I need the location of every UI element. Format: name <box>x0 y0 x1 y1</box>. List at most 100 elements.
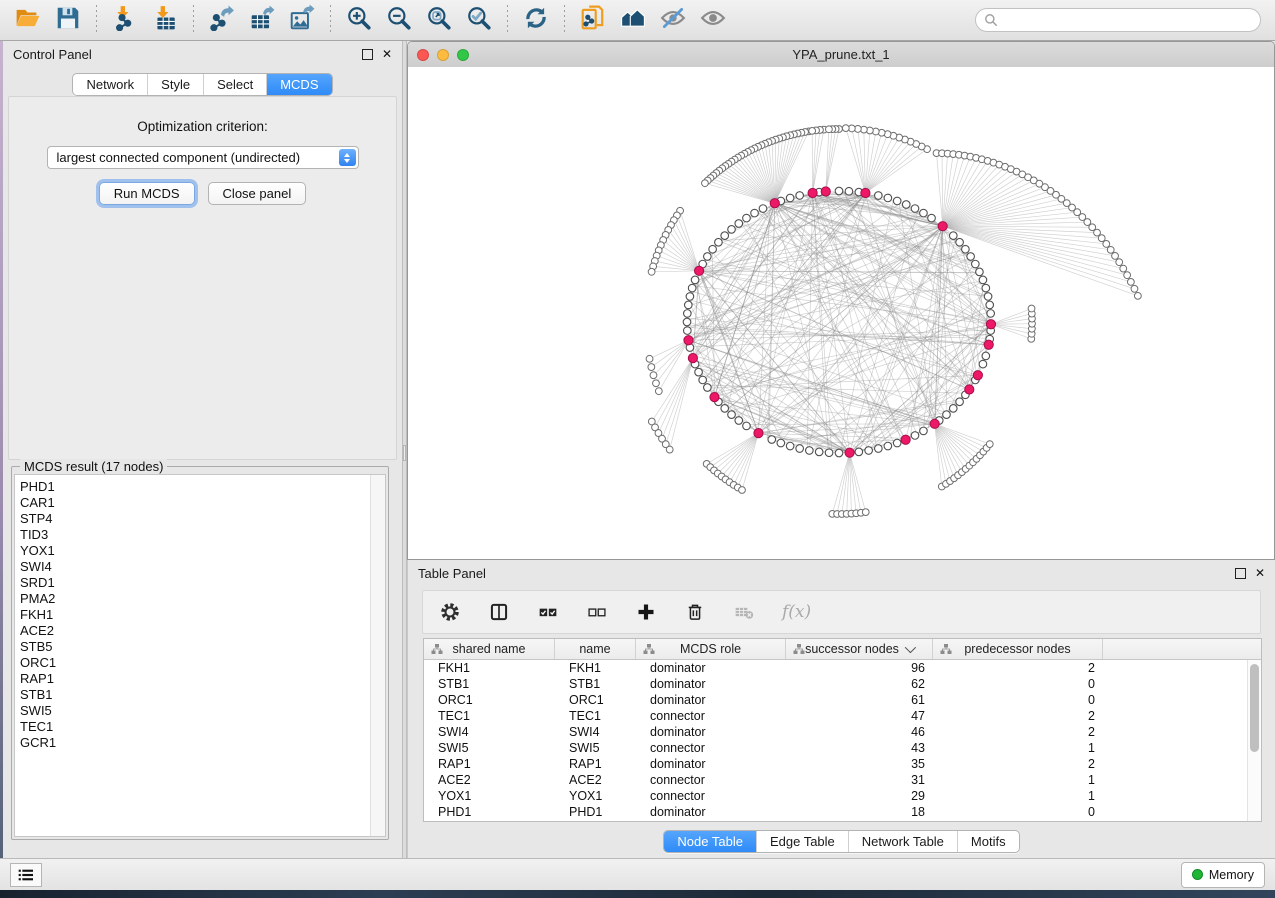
zoom-out-icon <box>386 5 412 36</box>
table-cell: STB1 <box>555 677 636 691</box>
optimization-criterion-value: largest connected component (undirected) <box>57 150 301 165</box>
mcds-result-item[interactable]: ACE2 <box>15 623 385 639</box>
zoom-in-button[interactable] <box>342 5 376 35</box>
share-document-button[interactable] <box>576 5 610 35</box>
tab-edge-table[interactable]: Edge Table <box>756 831 848 852</box>
zoom-selected-button[interactable] <box>462 5 496 35</box>
mcds-result-item[interactable]: STB5 <box>15 639 385 655</box>
column-header-shared-name[interactable]: shared name <box>424 639 555 659</box>
mcds-result-item[interactable]: TEC1 <box>15 719 385 735</box>
mcds-result-item[interactable]: STP4 <box>15 511 385 527</box>
import-table-button[interactable] <box>148 5 182 35</box>
table-cell: dominator <box>636 693 786 707</box>
close-panel-icon[interactable]: ✕ <box>1255 567 1265 579</box>
table-row[interactable]: ACE2ACE2connector311 <box>424 772 1261 788</box>
memory-status-icon <box>1192 869 1203 880</box>
memory-button[interactable]: Memory <box>1181 862 1265 888</box>
mcds-result-item[interactable]: YOX1 <box>15 543 385 559</box>
delete-row-button[interactable] <box>684 601 706 623</box>
table-scrollbar-thumb[interactable] <box>1250 664 1259 752</box>
export-image-button[interactable] <box>285 5 319 35</box>
zoom-out-button[interactable] <box>382 5 416 35</box>
deselect-all-button[interactable] <box>586 601 608 623</box>
float-panel-icon[interactable] <box>362 49 373 60</box>
table-cell: 1 <box>933 741 1103 755</box>
table-row[interactable]: SWI4SWI4dominator462 <box>424 724 1261 740</box>
network-canvas[interactable] <box>408 67 1274 559</box>
export-network-button[interactable] <box>205 5 239 35</box>
gear-icon <box>440 602 460 622</box>
select-all-button[interactable] <box>537 601 559 623</box>
close-panel-button[interactable]: Close panel <box>208 182 307 205</box>
network-view-window: YPA_prune.txt_1 <box>407 41 1275 560</box>
table-row[interactable]: TEC1TEC1connector472 <box>424 708 1261 724</box>
table-cell: RAP1 <box>424 757 555 771</box>
mcds-result-item[interactable]: SWI4 <box>15 559 385 575</box>
search-input[interactable] <box>998 12 1252 28</box>
table-row[interactable]: YOX1YOX1connector291 <box>424 788 1261 804</box>
float-panel-icon[interactable] <box>1235 568 1246 579</box>
tab-motifs[interactable]: Motifs <box>957 831 1019 852</box>
mcds-result-item[interactable]: GCR1 <box>15 735 385 751</box>
mcds-result-item[interactable]: PMA2 <box>15 591 385 607</box>
tab-style[interactable]: Style <box>147 74 203 95</box>
column-header-successor-nodes[interactable]: successor nodes <box>786 639 933 659</box>
table-row[interactable]: FKH1FKH1dominator962 <box>424 660 1261 676</box>
column-type-icon <box>793 643 805 655</box>
table-row[interactable]: STB1STB1dominator620 <box>424 676 1261 692</box>
save-session-button[interactable] <box>51 5 85 35</box>
table-toolbar: f(x) <box>422 590 1261 634</box>
mcds-result-item[interactable]: SRD1 <box>15 575 385 591</box>
export-table-button[interactable] <box>245 5 279 35</box>
table-row[interactable]: SWI5SWI5connector431 <box>424 740 1261 756</box>
add-row-button[interactable] <box>635 601 657 623</box>
table-cell: YOX1 <box>424 789 555 803</box>
table-cell: ACE2 <box>424 773 555 787</box>
table-cell: 2 <box>933 709 1103 723</box>
network-window-title: YPA_prune.txt_1 <box>408 47 1274 62</box>
mcds-result-scrollbar[interactable] <box>370 475 385 836</box>
search-box[interactable] <box>975 8 1261 32</box>
mcds-result-item[interactable]: SWI5 <box>15 703 385 719</box>
network-home-button[interactable] <box>616 5 650 35</box>
column-header-predecessor-nodes[interactable]: predecessor nodes <box>933 639 1103 659</box>
task-history-button[interactable] <box>10 863 42 887</box>
zoom-in-icon <box>346 5 372 36</box>
splitter-handle[interactable] <box>403 445 406 461</box>
hide-panel-button[interactable] <box>656 5 690 35</box>
tab-network-table[interactable]: Network Table <box>848 831 957 852</box>
table-cell: SWI5 <box>424 741 555 755</box>
close-panel-icon[interactable]: ✕ <box>382 48 392 60</box>
mcds-result-list[interactable]: PHD1CAR1STP4TID3YOX1SWI4SRD1PMA2FKH1ACE2… <box>14 474 386 837</box>
run-mcds-button[interactable]: Run MCDS <box>99 182 195 205</box>
optimization-criterion-select[interactable]: largest connected component (undirected) <box>47 146 359 169</box>
mcds-result-item[interactable]: STB1 <box>15 687 385 703</box>
mcds-result-item[interactable]: FKH1 <box>15 607 385 623</box>
table-settings-button[interactable] <box>439 601 461 623</box>
show-columns-button[interactable] <box>488 601 510 623</box>
table-cell: YOX1 <box>555 789 636 803</box>
column-header-mcds-role[interactable]: MCDS role <box>636 639 786 659</box>
mcds-result-item[interactable]: TID3 <box>15 527 385 543</box>
column-header-name[interactable]: name <box>555 639 636 659</box>
tab-select[interactable]: Select <box>203 74 266 95</box>
mcds-result-item[interactable]: PHD1 <box>15 479 385 495</box>
tab-mcds[interactable]: MCDS <box>266 74 331 95</box>
show-panel-button[interactable] <box>696 5 730 35</box>
tab-node-table[interactable]: Node Table <box>664 831 756 852</box>
import-network-button[interactable] <box>108 5 142 35</box>
open-session-button[interactable] <box>11 5 45 35</box>
network-graph[interactable] <box>408 67 1274 560</box>
mcds-result-item[interactable]: ORC1 <box>15 655 385 671</box>
table-scrollbar[interactable] <box>1247 660 1261 821</box>
mcds-result-item[interactable]: RAP1 <box>15 671 385 687</box>
zoom-fit-button[interactable] <box>422 5 456 35</box>
table-row[interactable]: RAP1RAP1dominator352 <box>424 756 1261 772</box>
tab-network[interactable]: Network <box>73 74 147 95</box>
node-table: shared name name MCDS role successor nod… <box>423 638 1262 822</box>
table-row[interactable]: ORC1ORC1dominator610 <box>424 692 1261 708</box>
status-bar: Memory <box>0 858 1275 890</box>
mcds-result-item[interactable]: CAR1 <box>15 495 385 511</box>
refresh-view-button[interactable] <box>519 5 553 35</box>
table-row[interactable]: PHD1PHD1dominator180 <box>424 804 1261 820</box>
